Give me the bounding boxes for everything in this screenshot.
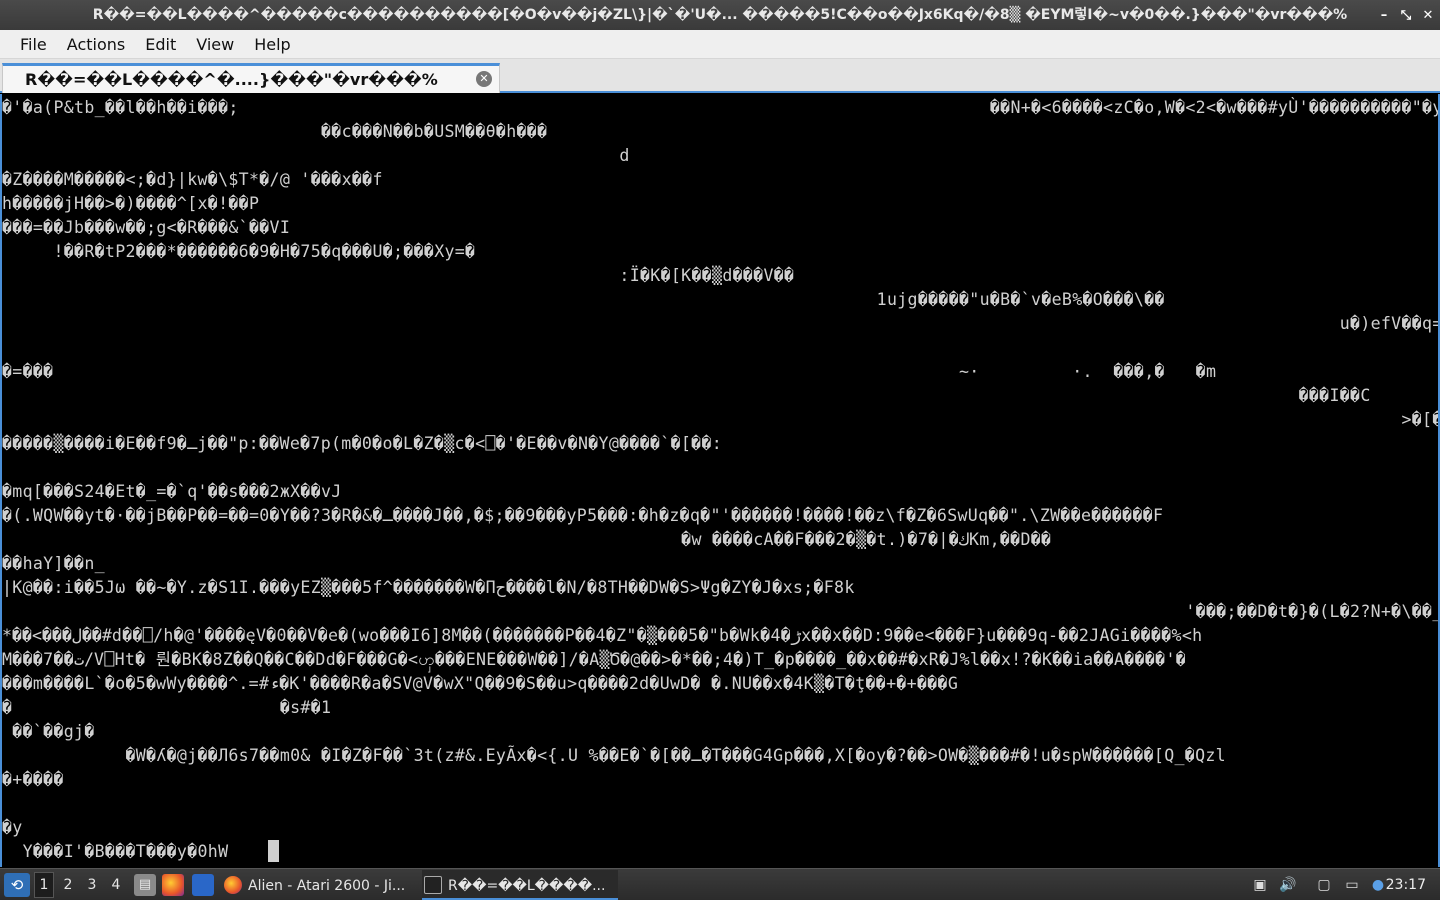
notes-icon[interactable]: ▢ xyxy=(1314,875,1334,895)
taskbar: ⟲ 1 2 3 4 ▤ Alien - Atari 2600 - Ji... R… xyxy=(0,868,1440,900)
terminal-line: M���7��ت/V⎕Ht� 뤈�BK�8Z��Q��C��Dd�F���G�<… xyxy=(2,650,1187,669)
workspace-1[interactable]: 1 xyxy=(34,872,54,898)
task-label: R��=��L����... xyxy=(448,878,606,894)
window-titlebar[interactable]: R��=��L����^�����c����������[�O�v��j�ZL\… xyxy=(0,0,1440,30)
text-cursor xyxy=(268,840,279,862)
terminal-line: A xyxy=(2,336,1438,360)
terminal-line: �'�a(P&tb_��l��h��i���; ��N+�<6����<zC�o… xyxy=(2,98,1440,117)
firefox-icon xyxy=(224,876,242,894)
terminal-line: ���I��C xyxy=(2,386,1371,405)
terminal-line: :Ï�K�[K��▒d���V�� xyxy=(2,266,795,285)
terminal-output[interactable]: �'�a(P&tb_��l��h��i���; ��N+�<6����<zC�o… xyxy=(0,94,1440,867)
tab-label: R��=��L����^�....}���"�vr���% xyxy=(25,70,438,89)
terminal-icon xyxy=(424,876,442,894)
desktop-icon[interactable] xyxy=(192,874,214,896)
terminal-line: �W�ʎ�@j��Л6s7��m0& �I�Z�F��`3t(z#&.EyÃx�… xyxy=(2,746,1226,765)
terminal-line: �=��� ~· ·. ���,� �m xyxy=(2,362,1217,381)
terminal-line: *��<���ل��#d��⎕/h�@'����ęV�0��V�e�(wo���… xyxy=(2,626,1203,645)
terminal-line: h�����jH��>�)����^[x�!��P xyxy=(2,194,260,213)
terminal-line: �(.WQW��yt�·��jB��P��=��=0�Y��?3�R�&�ـ��… xyxy=(2,506,1164,525)
menu-actions[interactable]: Actions xyxy=(57,30,135,59)
terminal-line: ��`��gj� xyxy=(2,722,95,741)
close-icon[interactable]: ✕ xyxy=(476,71,492,87)
volume-icon[interactable]: 🔊 xyxy=(1278,875,1298,895)
terminal-line: ��haY]��n_ xyxy=(2,554,105,573)
terminal-line: �Z����M�����<;�d}|kw�\$T*�/@ '���x��f xyxy=(2,170,383,189)
file-manager-icon[interactable]: ▤ xyxy=(134,874,156,896)
terminal-line: �mq[���S24�Et�_=�`q'��s���2жX��vJ xyxy=(2,482,342,501)
menu-edit[interactable]: Edit xyxy=(135,30,186,59)
terminal-line: >�[�g�h���w�K����ĝz� xyxy=(1401,410,1438,429)
terminal-line: |K@��:i��5Jω ��~�Y.z�S1I.���yEZ▒���5f^��… xyxy=(2,578,855,597)
clipboard-icon[interactable]: ▣ xyxy=(1250,875,1270,895)
close-button[interactable]: ✕ xyxy=(1422,8,1434,23)
terminal-line: '���;��D�t�}�(L�2?N+�\��_rya�=���� xyxy=(2,602,1440,621)
start-menu-icon[interactable]: ⟲ xyxy=(4,873,30,897)
terminal-line: �+���� xyxy=(2,770,64,789)
tab-bar: R��=��L����^�....}���"�vr���% ✕ xyxy=(0,59,1440,93)
firefox-icon[interactable] xyxy=(162,874,184,896)
terminal-line: �y xyxy=(2,818,23,837)
task-firefox[interactable]: Alien - Atari 2600 - Ji... xyxy=(222,870,418,900)
terminal-line: u�)efV��q=�4�|��q�bo\�l�_� xyxy=(1339,314,1438,333)
network-icon[interactable]: ▭ xyxy=(1342,875,1362,895)
terminal-line: �����▒����i�E��f9�ـj��"p:��We�7p(m�0�o�L… xyxy=(2,434,723,453)
window-title: R��=��L����^�����c����������[�O�v��j�ZL\… xyxy=(92,7,1348,23)
clock[interactable]: 23:17 xyxy=(1386,869,1426,900)
workspace-3[interactable]: 3 xyxy=(82,869,102,900)
task-terminal[interactable]: R��=��L����... xyxy=(422,870,618,900)
workspace-2[interactable]: 2 xyxy=(58,869,78,900)
restore-button[interactable]: ⤡ xyxy=(1400,8,1412,23)
terminal-line: ��c���N��b�USM��θ�h��� xyxy=(2,122,548,141)
workspace-4[interactable]: 4 xyxy=(106,869,126,900)
terminal-line: � �s#�1 xyxy=(2,698,332,717)
task-label: Alien - Atari 2600 - Ji... xyxy=(248,878,406,894)
terminal-line: ���=��Jb���w��;g<�R���&`��VI xyxy=(2,218,291,237)
terminal-line: !��R�tP2���*������6�9�H�75�q���U�;���Xy=… xyxy=(2,242,476,261)
menu-bar: File Actions Edit View Help xyxy=(0,30,1440,59)
tab-terminal[interactable]: R��=��L����^�....}���"�vr���% ✕ xyxy=(2,63,500,93)
menu-view[interactable]: View xyxy=(186,30,244,59)
window-controls: – ⤡ ✕ xyxy=(1378,0,1434,30)
minimize-button[interactable]: – xyxy=(1378,8,1390,23)
terminal-line: d xyxy=(2,146,630,165)
terminal-line: 1ujg�����"u�B�`v�eB%�O���\�� xyxy=(2,290,1165,309)
terminal-line: �w ����cA��F���2�▒�t.)�7�|�كKm,��D�� xyxy=(2,530,1052,549)
terminal-line: Y���I'�B���T���y�0hW xyxy=(2,842,229,861)
menu-help[interactable]: Help xyxy=(244,30,300,59)
terminal-line: ���m����L`�o�5ؘ�wWy����^.=#ء�K'����R�a�S… xyxy=(2,674,959,693)
menu-file[interactable]: File xyxy=(10,30,57,59)
